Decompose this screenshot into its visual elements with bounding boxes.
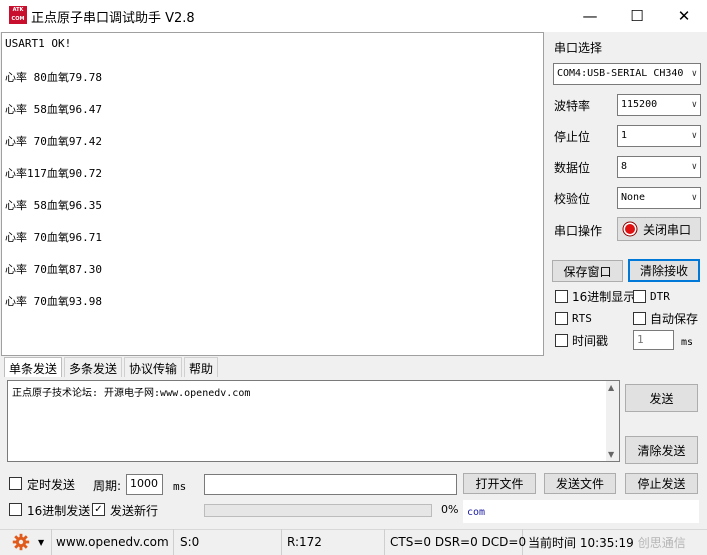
received-count: R:172 — [283, 529, 385, 555]
data-bits-select[interactable]: 8 ∨ — [617, 156, 701, 178]
receive-line: 心率 70血氧87.30 — [5, 263, 102, 276]
stop-bits-label: 停止位 — [554, 130, 591, 144]
file-path-input[interactable] — [204, 474, 457, 495]
rts-label: RTS — [572, 312, 592, 325]
auto-save-checkbox[interactable] — [633, 312, 646, 325]
scroll-down-icon[interactable]: ▼ — [608, 450, 614, 459]
period-unit: ms — [173, 480, 187, 493]
close-window-button[interactable]: ✕ — [661, 0, 707, 32]
dtr-label: DTR — [650, 290, 670, 303]
send-button[interactable]: 发送 — [625, 384, 698, 412]
app-logo: ATK COM — [9, 6, 27, 24]
parity-label: 校验位 — [554, 192, 591, 206]
tab-single-send[interactable]: 单条发送 — [4, 357, 63, 377]
port-select[interactable]: COM4:USB-SERIAL CH340 ∨ — [553, 63, 701, 85]
receive-line: 心率 58血氧96.35 — [5, 199, 102, 212]
clear-send-button[interactable]: 清除发送 — [625, 436, 698, 464]
receive-line: 心率117血氧90.72 — [5, 167, 102, 180]
chevron-down-icon: ∨ — [691, 100, 697, 110]
chevron-down-icon: ∨ — [691, 193, 697, 203]
hex-send-checkbox[interactable] — [9, 503, 22, 516]
watermark-text: 创思通信 — [637, 535, 686, 550]
receive-area[interactable]: USART1 OK! 心率 80血氧79.78 心率 58血氧96.47 心率 70血… — [1, 32, 544, 356]
send-scrollbar[interactable]: ▲ ▼ — [606, 381, 619, 461]
hex-display-checkbox[interactable] — [555, 290, 568, 303]
dtr-checkbox[interactable] — [633, 290, 646, 303]
caret-down-icon: ▼ — [38, 537, 45, 547]
chevron-down-icon: ∨ — [691, 69, 697, 79]
send-newline-label: 发送新行 — [110, 504, 159, 518]
receive-line: 心率 58血氧96.47 — [5, 103, 102, 116]
timestamp-unit: ms — [681, 337, 694, 348]
stop-send-button[interactable]: 停止发送 — [625, 473, 698, 494]
tab-protocol[interactable]: 协议传输 — [124, 357, 183, 377]
send-progress-text: 0% — [441, 503, 459, 516]
chevron-down-icon: ∨ — [691, 131, 697, 141]
timestamp-label: 时间戳 — [572, 334, 609, 348]
baud-rate-label: 波特率 — [554, 99, 591, 113]
maximize-button[interactable]: ☐ — [614, 0, 660, 32]
stop-bits-select[interactable]: 1 ∨ — [617, 125, 701, 147]
send-progress-bar — [204, 504, 432, 517]
auto-save-label: 自动保存 — [650, 312, 699, 326]
scroll-up-icon[interactable]: ▲ — [608, 383, 614, 392]
port-status-icon — [622, 221, 638, 237]
window-title: 正点原子串口调试助手 V2.8 — [31, 11, 195, 26]
clear-receive-button[interactable]: 清除接收 — [628, 259, 700, 282]
rts-checkbox[interactable] — [555, 312, 568, 325]
sent-count: S:0 — [176, 529, 282, 555]
website-link[interactable]: www.openedv.com — [52, 529, 174, 555]
period-label: 周期: — [93, 479, 122, 493]
receive-line: USART1 OK! — [5, 37, 72, 50]
close-port-button[interactable]: 关闭串口 — [617, 217, 701, 241]
settings-menu[interactable]: ▼ — [0, 529, 52, 555]
send-textarea[interactable]: 正点原子技术论坛: 开源电子网:www.openedv.com — [7, 380, 620, 462]
port-operation-label: 串口操作 — [554, 224, 603, 238]
timestamp-checkbox[interactable] — [555, 334, 568, 347]
save-window-button[interactable]: 保存窗口 — [552, 260, 623, 282]
timestamp-interval-input[interactable]: 1 — [633, 330, 674, 350]
line-signals: CTS=0 DSR=0 DCD=0 — [386, 529, 526, 555]
hex-send-label: 16进制发送 — [27, 504, 91, 518]
receive-line: 心率 80血氧79.78 — [5, 71, 102, 84]
hex-display-label: 16进制显示 — [572, 290, 636, 304]
baud-rate-select[interactable]: 115200 ∨ — [617, 94, 701, 116]
gear-icon — [12, 533, 30, 551]
open-file-button[interactable]: 打开文件 — [463, 473, 536, 494]
com-link[interactable]: com — [463, 500, 699, 523]
period-input[interactable]: 1000 — [126, 474, 163, 495]
send-newline-checkbox[interactable]: ✓ — [92, 503, 105, 516]
timed-send-label: 定时发送 — [27, 478, 76, 492]
current-time: 当前时间 10:35:19 创思通信 — [528, 535, 686, 550]
timed-send-checkbox[interactable] — [9, 477, 22, 490]
tab-help[interactable]: 帮助 — [184, 357, 219, 377]
send-file-button[interactable]: 发送文件 — [544, 473, 616, 494]
receive-line: 心率 70血氧96.71 — [5, 231, 102, 244]
tab-multi-send[interactable]: 多条发送 — [64, 357, 123, 377]
minimize-button[interactable]: — — [567, 0, 613, 32]
receive-line: 心率 70血氧93.98 — [5, 295, 102, 308]
data-bits-label: 数据位 — [554, 161, 591, 175]
parity-select[interactable]: None ∨ — [617, 187, 701, 209]
port-select-label: 串口选择 — [554, 41, 603, 55]
receive-line: 心率 70血氧97.42 — [5, 135, 102, 148]
chevron-down-icon: ∨ — [691, 162, 697, 172]
